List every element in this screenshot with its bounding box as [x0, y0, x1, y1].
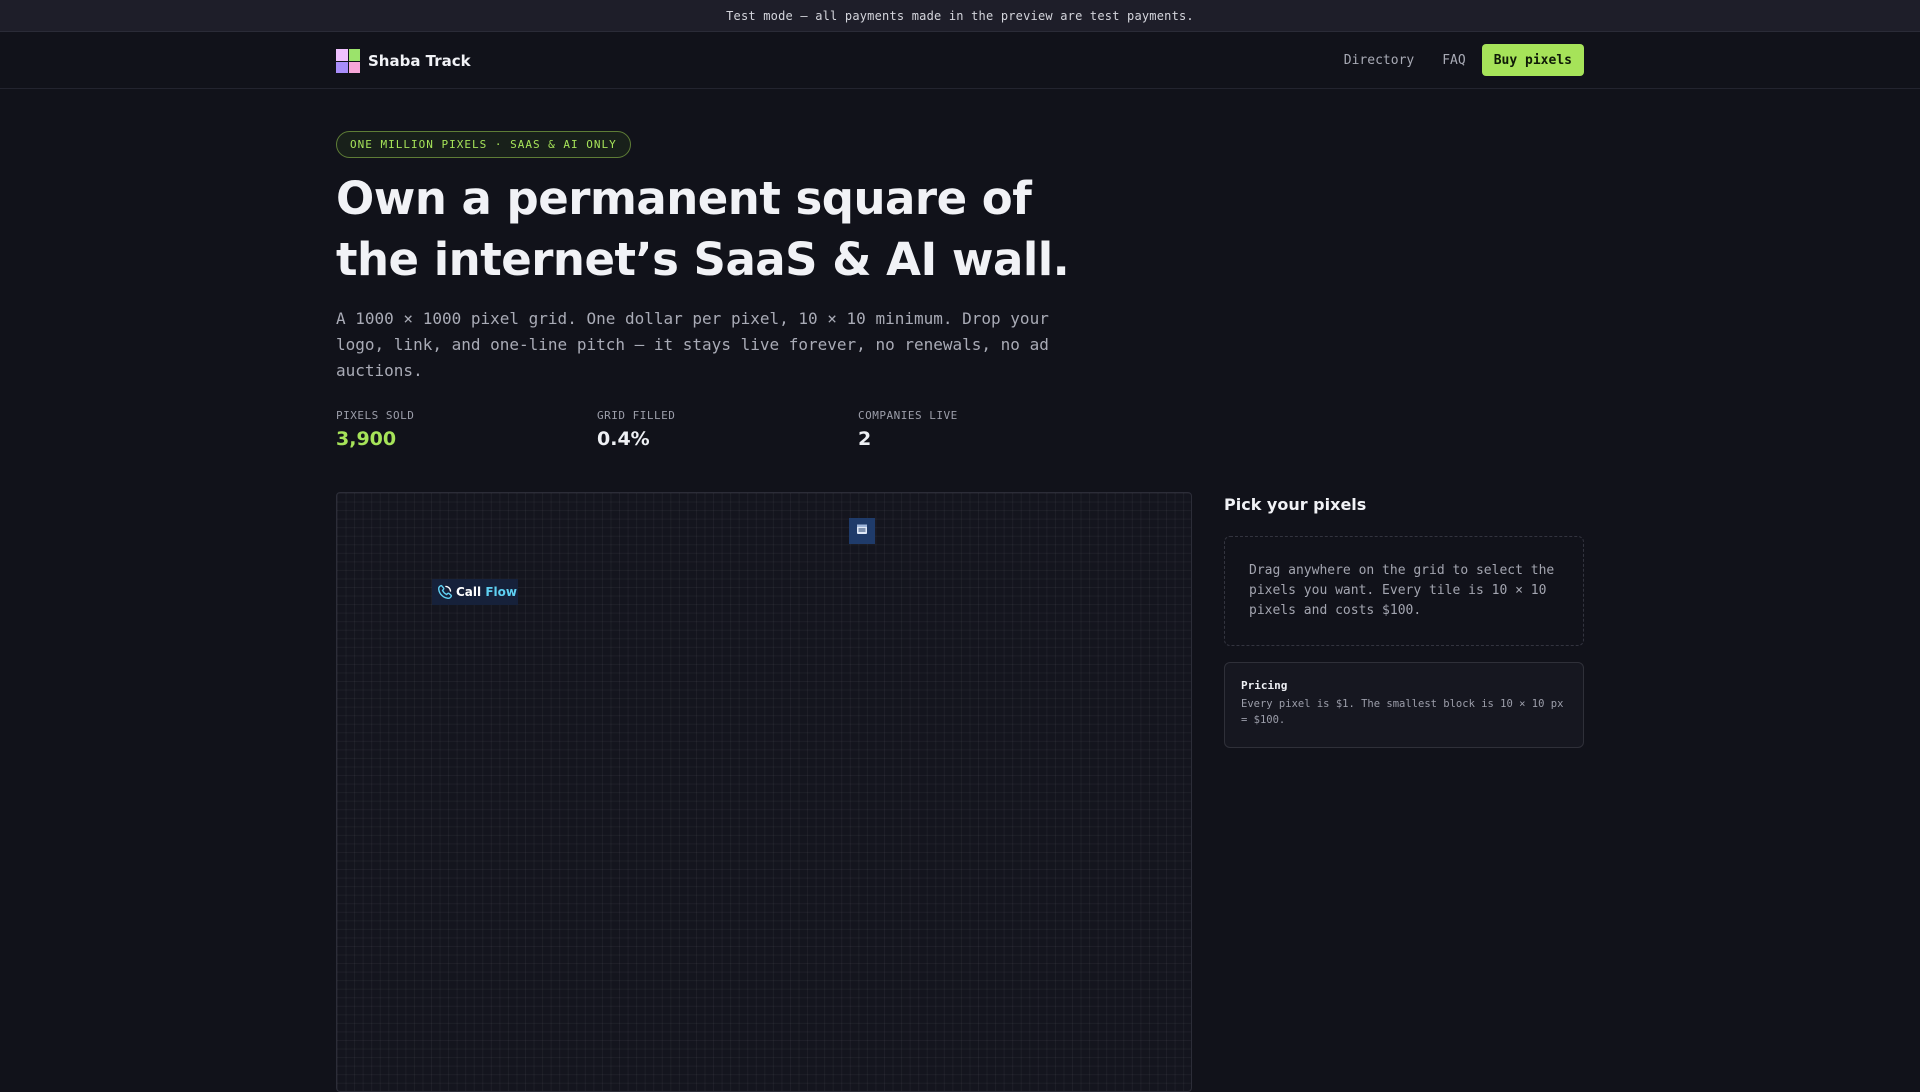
brand-home-link[interactable]: Shaba Track	[336, 49, 471, 73]
top-navbar: Shaba Track Directory FAQ Buy pixels	[0, 32, 1920, 89]
stat-value: 0.4%	[597, 428, 650, 450]
pricing-box: Pricing Every pixel is $1. The smallest …	[1224, 662, 1584, 748]
calendar-icon	[856, 522, 868, 540]
stat-label: GRID FILLED	[597, 409, 676, 422]
stat-value: 2	[858, 428, 872, 450]
nav-link-faq[interactable]: FAQ	[1442, 53, 1465, 68]
test-mode-text: Test mode — all payments made in the pre…	[726, 8, 1194, 23]
stat-value: 3,900	[336, 428, 397, 450]
phone-icon	[435, 583, 453, 601]
buy-pixels-button[interactable]: Buy pixels	[1481, 44, 1584, 76]
selection-hint-box: Drag anywhere on the grid to select the …	[1224, 536, 1584, 646]
hero-title: Own a permanent square of the internet’s…	[336, 172, 1070, 286]
hero-description: A 1000 × 1000 pixel grid. One dollar per…	[336, 309, 1049, 380]
stat-pixels-sold: PIXELS SOLD 3,900	[336, 409, 597, 450]
tile-label: Call Flow	[456, 585, 517, 599]
grid-tile-calendar[interactable]	[849, 518, 875, 544]
stat-companies-live: COMPANIES LIVE 2	[858, 409, 1119, 450]
selection-hint-text: Drag anywhere on the grid to select the …	[1249, 563, 1555, 618]
tile-label-flow: Flow	[485, 585, 517, 599]
side-panel-title: Pick your pixels	[1224, 495, 1367, 514]
grid-tile-call-flow[interactable]: Call Flow	[432, 579, 518, 605]
hero-badge: ONE MILLION PIXELS · SAAS & AI ONLY	[336, 131, 631, 158]
brand-name: Shaba Track	[368, 52, 471, 70]
stat-grid-filled: GRID FILLED 0.4%	[597, 409, 858, 450]
tile-label-call: Call	[456, 585, 482, 599]
pick-pixels-panel: Pick your pixels Drag anywhere on the gr…	[1224, 492, 1584, 748]
test-mode-banner: Test mode — all payments made in the pre…	[0, 0, 1920, 32]
stat-label: PIXELS SOLD	[336, 409, 415, 422]
stats-row: PIXELS SOLD 3,900 GRID FILLED 0.4% COMPA…	[336, 409, 1119, 450]
pricing-title: Pricing	[1241, 679, 1288, 692]
pixel-grid-canvas[interactable]: Call Flow	[336, 492, 1192, 1092]
stat-label: COMPANIES LIVE	[858, 409, 958, 422]
nav-link-directory[interactable]: Directory	[1344, 53, 1414, 68]
pricing-text: Every pixel is $1. The smallest block is…	[1241, 698, 1564, 726]
brand-logo-icon	[336, 49, 360, 73]
nav-links: Directory FAQ Buy pixels	[1344, 44, 1584, 76]
